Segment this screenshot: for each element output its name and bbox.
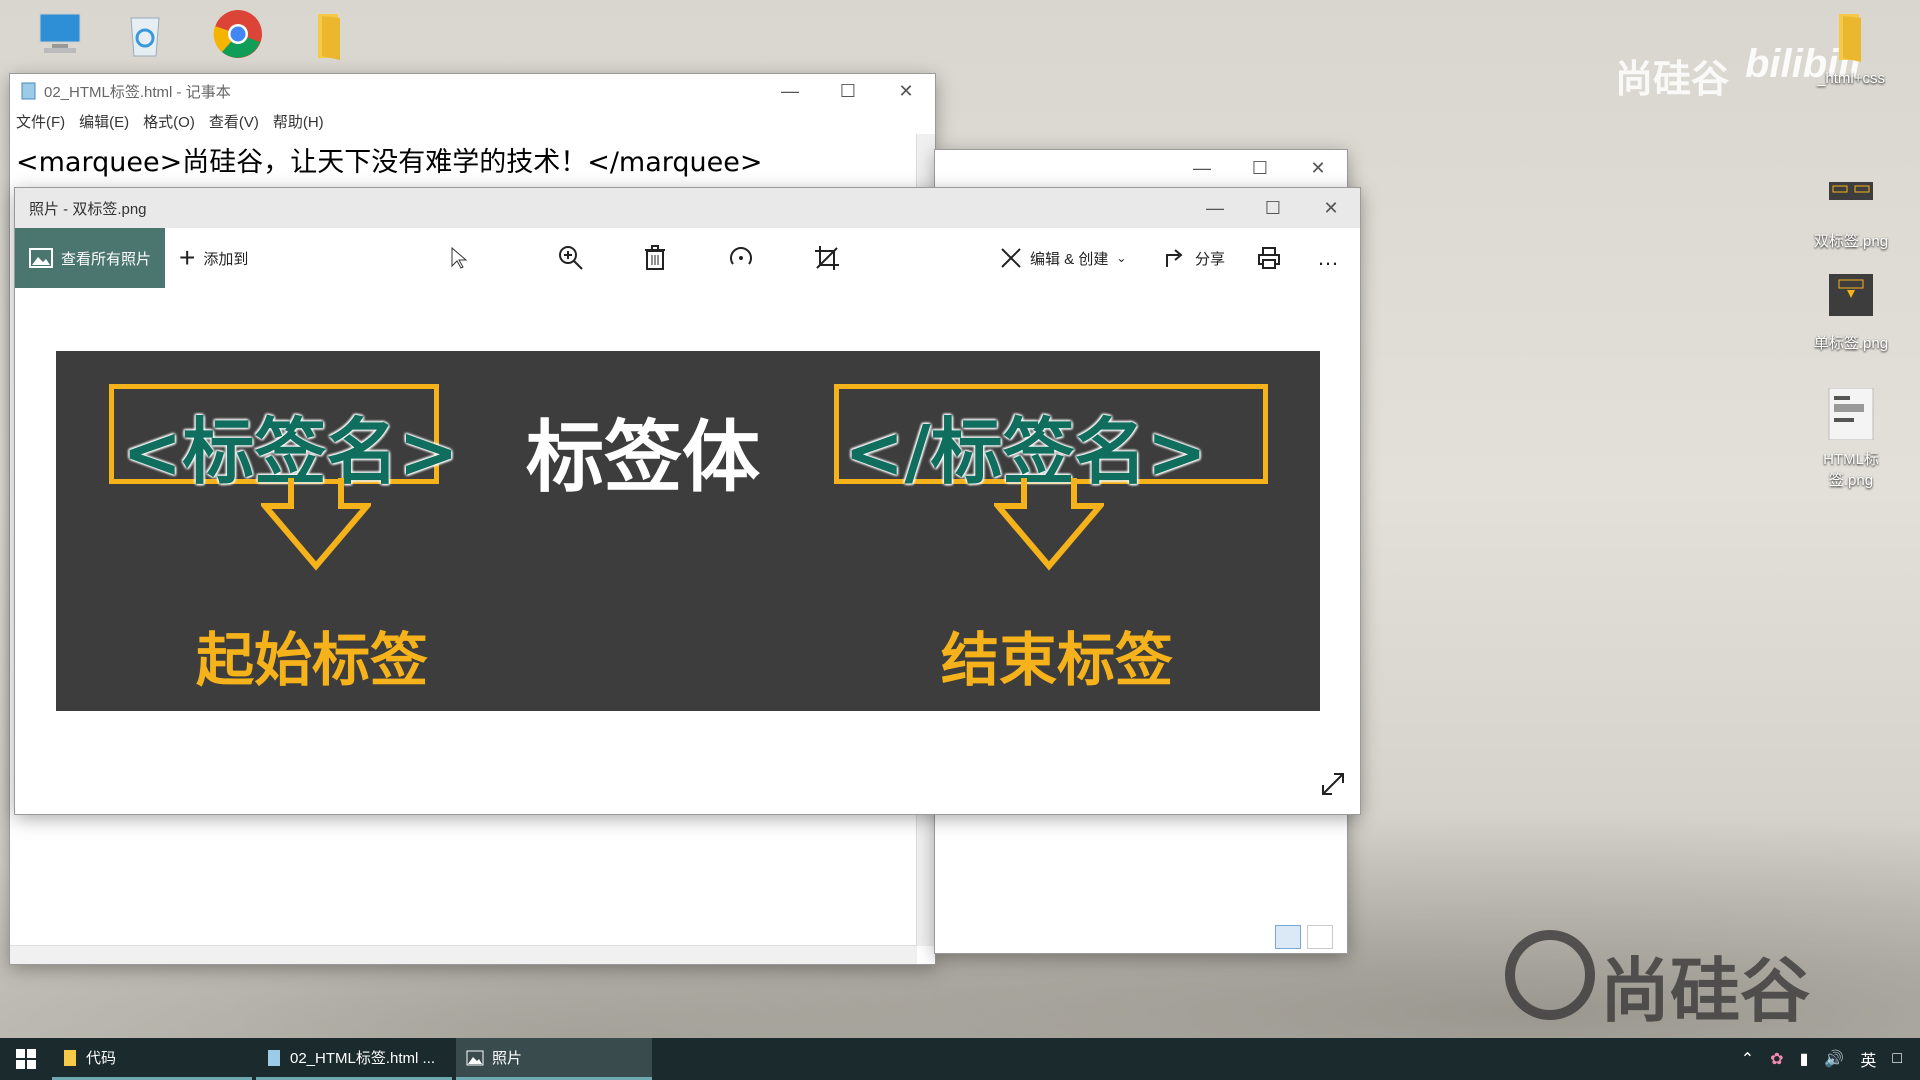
fullscreen-icon[interactable]	[1320, 771, 1346, 802]
desktop-icon-html-tag-png[interactable]: HTML标签.png	[1806, 387, 1896, 490]
close-button[interactable]: ✕	[1289, 150, 1347, 186]
plus-icon: +	[179, 242, 196, 273]
photos-title: 照片 - 双标签.png	[29, 200, 147, 218]
edit-icon	[1001, 248, 1021, 268]
close-button[interactable]: ✕	[877, 74, 935, 108]
notepad-editor[interactable]: <marquee>尚硅谷，让天下没有难学的技术！</marquee>	[10, 134, 935, 185]
add-to-label: 添加到	[203, 250, 249, 268]
taskbar-item-notepad[interactable]: 02_HTML标签.html ...	[256, 1038, 452, 1080]
computer-icon	[39, 13, 81, 53]
more-options-icon[interactable]: …	[1305, 228, 1353, 288]
details-view-icon[interactable]	[1275, 925, 1301, 949]
taskbar-item-label: 代码	[86, 1050, 117, 1067]
edit-create-label: 编辑 & 创建	[1030, 250, 1109, 268]
start-button[interactable]	[0, 1038, 52, 1080]
volume-icon[interactable]: 🔊	[1824, 1049, 1844, 1069]
share-icon	[1166, 249, 1183, 267]
desktop-icon-html-css-folder[interactable]: _html+css	[1806, 10, 1896, 87]
add-to-button[interactable]: + 添加到	[165, 228, 262, 288]
taskbar-item-photos[interactable]: 照片	[456, 1038, 652, 1080]
maximize-button[interactable]: ☐	[1244, 188, 1302, 228]
maximize-button[interactable]: ☐	[1231, 150, 1289, 186]
windows-logo-icon	[16, 1049, 36, 1069]
battery-icon[interactable]: ▮	[1800, 1049, 1809, 1069]
view-all-photos-button[interactable]: 查看所有照片	[15, 228, 166, 288]
notepad-menubar: 文件(F) 编辑(E) 格式(O) 查看(V) 帮助(H)	[10, 108, 935, 134]
folder-icon	[318, 14, 340, 60]
minimize-button[interactable]: —	[1186, 188, 1244, 228]
photos-titlebar[interactable]: 照片 - 双标签.png — ☐ ✕	[15, 188, 1360, 228]
desktop-icon-single-tag-png[interactable]: 单标签.png	[1806, 272, 1896, 353]
desktop-icon-label: 单标签.png	[1813, 335, 1889, 352]
minimize-button[interactable]: —	[1173, 150, 1231, 186]
rotate-icon[interactable]	[717, 228, 765, 288]
view-all-label: 查看所有照片	[61, 250, 152, 268]
taskbar-item-label: 02_HTML标签.html ...	[290, 1050, 436, 1067]
taskbar: 代码 02_HTML标签.html ... 照片 ⌃ ✿ ▮ 🔊 英 □	[0, 1038, 1920, 1080]
menu-edit[interactable]: 编辑(E)	[79, 111, 129, 132]
start-tag-label: 起始标签	[196, 626, 429, 694]
notepad-icon	[268, 1049, 280, 1066]
desktop-icon-folder[interactable]	[285, 8, 375, 68]
desktop-icon-recycle-bin[interactable]	[100, 8, 190, 68]
photos-window: 照片 - 双标签.png — ☐ ✕ 查看所有照片 + 添加到 编辑 & 创建 …	[15, 188, 1360, 814]
end-tag-label: 结束标签	[941, 626, 1174, 694]
image-file-icon	[1828, 387, 1874, 441]
share-button[interactable]: 分享	[1165, 228, 1225, 288]
crop-icon[interactable]	[803, 228, 851, 288]
large-icons-view-icon[interactable]	[1307, 925, 1333, 949]
background-window-titlebar[interactable]: — ☐ ✕	[935, 150, 1347, 186]
close-button[interactable]: ✕	[1302, 188, 1360, 228]
notification-center-icon[interactable]: □	[1892, 1050, 1902, 1068]
folder-icon	[1839, 14, 1861, 62]
desktop-icon-chrome[interactable]	[193, 8, 283, 68]
taskbar-item-code-folder[interactable]: 代码	[52, 1038, 252, 1080]
view-switch	[1275, 925, 1333, 949]
brand-logo	[1505, 930, 1595, 1020]
taskbar-item-label: 照片	[492, 1050, 523, 1067]
desktop-icon-double-tag-png[interactable]: 双标签.png	[1806, 170, 1896, 251]
mouse-cursor-icon	[435, 228, 483, 288]
tray-app-icon[interactable]: ✿	[1770, 1049, 1783, 1069]
menu-help[interactable]: 帮助(H)	[273, 111, 324, 132]
recycle-bin-icon	[130, 17, 160, 57]
desktop-icon-label: HTML标签.png	[1823, 451, 1879, 489]
desktop-icon-label: 双标签.png	[1813, 233, 1889, 250]
image-canvas: <标签名> 标签体 </标签名> 起始标签 结束标签	[56, 351, 1320, 711]
delete-icon[interactable]	[631, 228, 679, 288]
desktop-icon-label: _html+css	[1817, 70, 1885, 87]
system-tray: ⌃ ✿ ▮ 🔊 英 □	[1741, 1047, 1920, 1071]
photo-icon	[29, 248, 53, 268]
image-file-icon	[1829, 274, 1873, 316]
photos-toolbar: 查看所有照片 + 添加到 编辑 & 创建 ⌄ 分享 …	[15, 228, 1360, 288]
maximize-button[interactable]: ☐	[819, 74, 877, 108]
menu-view[interactable]: 查看(V)	[209, 111, 259, 132]
desktop-icon-this-pc[interactable]	[15, 8, 105, 68]
down-arrow-right	[994, 478, 1104, 571]
photo-icon	[466, 1050, 484, 1065]
horizontal-scrollbar[interactable]	[10, 945, 917, 964]
folder-icon	[64, 1049, 76, 1066]
share-label: 分享	[1195, 250, 1226, 268]
watermark-top: 尚硅谷	[1615, 57, 1730, 101]
minimize-button[interactable]: —	[761, 74, 819, 108]
ime-indicator[interactable]: 英	[1860, 1047, 1876, 1071]
notepad-titlebar[interactable]: 02_HTML标签.html - 记事本 — ☐ ✕	[10, 74, 935, 108]
down-arrow-left	[261, 478, 371, 571]
print-icon[interactable]	[1245, 228, 1293, 288]
chevron-down-icon: ⌄	[1116, 251, 1127, 265]
edit-create-button[interactable]: 编辑 & 创建 ⌄	[1000, 228, 1126, 288]
show-hidden-icons-icon[interactable]: ⌃	[1741, 1049, 1754, 1069]
menu-file[interactable]: 文件(F)	[16, 111, 65, 132]
chrome-icon	[213, 10, 262, 58]
zoom-in-icon[interactable]	[547, 228, 595, 288]
notepad-title: 02_HTML标签.html - 记事本	[44, 83, 231, 101]
menu-format[interactable]: 格式(O)	[143, 111, 195, 132]
notepad-icon	[21, 82, 36, 100]
image-file-icon	[1829, 182, 1873, 200]
watermark-bottom: 尚硅谷	[1600, 950, 1810, 1032]
tag-body-text: 标签体	[526, 413, 761, 503]
